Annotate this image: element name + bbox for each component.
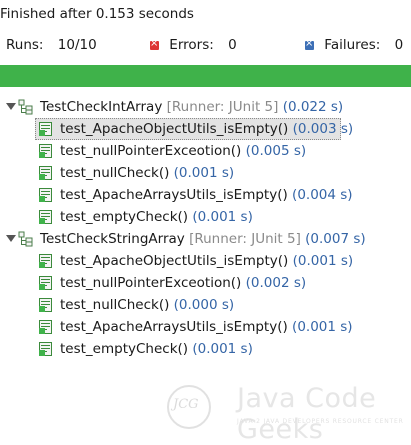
test-time: (0.001 s) [192,209,253,225]
test-name: test_ApacheArraysUtils_isEmpty() [60,187,288,203]
status-message: Finished after 0.153 seconds [0,6,194,22]
test-time: (0.003 s) [292,121,354,137]
test-name: test_ApacheObjectUtils_isEmpty() [60,253,289,269]
test-name: test_nullPointerExceotion() [60,275,242,291]
test-time: (0.001 s) [192,341,253,357]
test-name: test_nullPointerExceotion() [60,143,242,159]
test-passed-icon [38,253,54,269]
java-code-geeks-watermark: JCG Java Code Geeks JAVA 2 JAVA DEVELOPE… [167,383,407,445]
test-row[interactable]: test_emptyCheck() (0.001 s) [0,206,411,228]
test-passed-icon [38,121,54,137]
suite-time: (0.022 s) [282,99,344,115]
runs-counter: Runs: 10/10 [6,33,97,57]
test-label: test_ApacheObjectUtils_isEmpty() (0.003 … [60,118,353,140]
test-name: test_ApacheObjectUtils_isEmpty() [60,121,289,137]
test-name: test_emptyCheck() [60,209,189,225]
test-suite-icon [18,99,34,115]
test-row[interactable]: test_ApacheObjectUtils_isEmpty() (0.001 … [0,250,411,272]
test-passed-icon [38,209,54,225]
test-label: test_nullPointerExceotion() (0.002 s) [60,272,306,294]
test-row[interactable]: test_emptyCheck() (0.001 s) [0,338,411,360]
test-label: test_ApacheArraysUtils_isEmpty() (0.001 … [60,316,353,338]
test-row[interactable]: test_ApacheArraysUtils_isEmpty() (0.004 … [0,184,411,206]
test-time: (0.001 s) [173,165,235,181]
test-passed-icon [38,275,54,291]
expand-toggle-icon[interactable] [4,96,16,118]
test-label: test_nullCheck() (0.000 s) [60,294,234,316]
suite-label: TestCheckStringArray [Runner: JUnit 5] (… [40,228,366,250]
test-label: test_ApacheArraysUtils_isEmpty() (0.004 … [60,184,353,206]
test-name: test_nullCheck() [60,165,170,181]
watermark-monogram: JCG [173,397,199,412]
test-label: test_ApacheObjectUtils_isEmpty() (0.001 … [60,250,353,272]
suite-label: TestCheckIntArray [Runner: JUnit 5] (0.0… [40,96,343,118]
suite-name: TestCheckStringArray [40,231,185,247]
test-row[interactable]: test_ApacheArraysUtils_isEmpty() (0.001 … [0,316,411,338]
test-time: (0.001 s) [292,319,353,335]
test-passed-icon [38,297,54,313]
errors-value: 0 [228,37,237,53]
test-name: test_emptyCheck() [60,341,189,357]
failure-icon [305,36,314,52]
test-passed-icon [38,319,54,335]
watermark-tagline: JAVA 2 JAVA DEVELOPERS RESOURCE CENTER [237,418,404,425]
test-suite-icon [18,231,34,247]
suite-name: TestCheckIntArray [40,99,163,115]
failures-counter: Failures: 0 [305,33,403,57]
suite-time: (0.007 s) [305,231,366,247]
runs-label: Runs: [6,37,44,53]
progress-fill [0,65,411,87]
test-time: (0.005 s) [245,143,307,159]
runs-value: 10/10 [57,37,97,53]
counters-bar: Runs: 10/10 Errors: 0 Failures: 0 [0,33,411,57]
test-name: test_ApacheArraysUtils_isEmpty() [60,319,288,335]
test-time: (0.002 s) [245,275,307,291]
test-name: test_nullCheck() [60,297,170,313]
test-row[interactable]: test_nullPointerExceotion() (0.002 s) [0,272,411,294]
test-passed-icon [38,187,54,203]
test-time: (0.004 s) [292,187,353,203]
test-label: test_emptyCheck() (0.001 s) [60,206,253,228]
errors-counter: Errors: 0 [150,33,237,57]
progress-bar [0,65,411,87]
errors-label: Errors: [169,37,214,53]
test-label: test_emptyCheck() (0.001 s) [60,338,253,360]
test-row[interactable]: test_nullPointerExceotion() (0.005 s) [0,140,411,162]
test-time: (0.000 s) [173,297,235,313]
test-label: test_nullCheck() (0.001 s) [60,162,234,184]
error-icon [150,36,159,52]
test-passed-icon [38,341,54,357]
test-passed-icon [38,143,54,159]
failures-value: 0 [394,37,404,53]
test-time: (0.001 s) [292,253,354,269]
test-label: test_nullPointerExceotion() (0.005 s) [60,140,306,162]
suite-runner: [Runner: JUnit 5] [189,231,301,247]
test-passed-icon [38,165,54,181]
test-row[interactable]: test_nullCheck() (0.001 s) [0,162,411,184]
failures-label: Failures: [324,37,381,53]
test-row[interactable]: test_ApacheObjectUtils_isEmpty() (0.003 … [0,118,411,140]
suite-runner: [Runner: JUnit 5] [166,99,279,115]
test-row[interactable]: test_nullCheck() (0.000 s) [0,294,411,316]
expand-toggle-icon[interactable] [4,228,16,250]
